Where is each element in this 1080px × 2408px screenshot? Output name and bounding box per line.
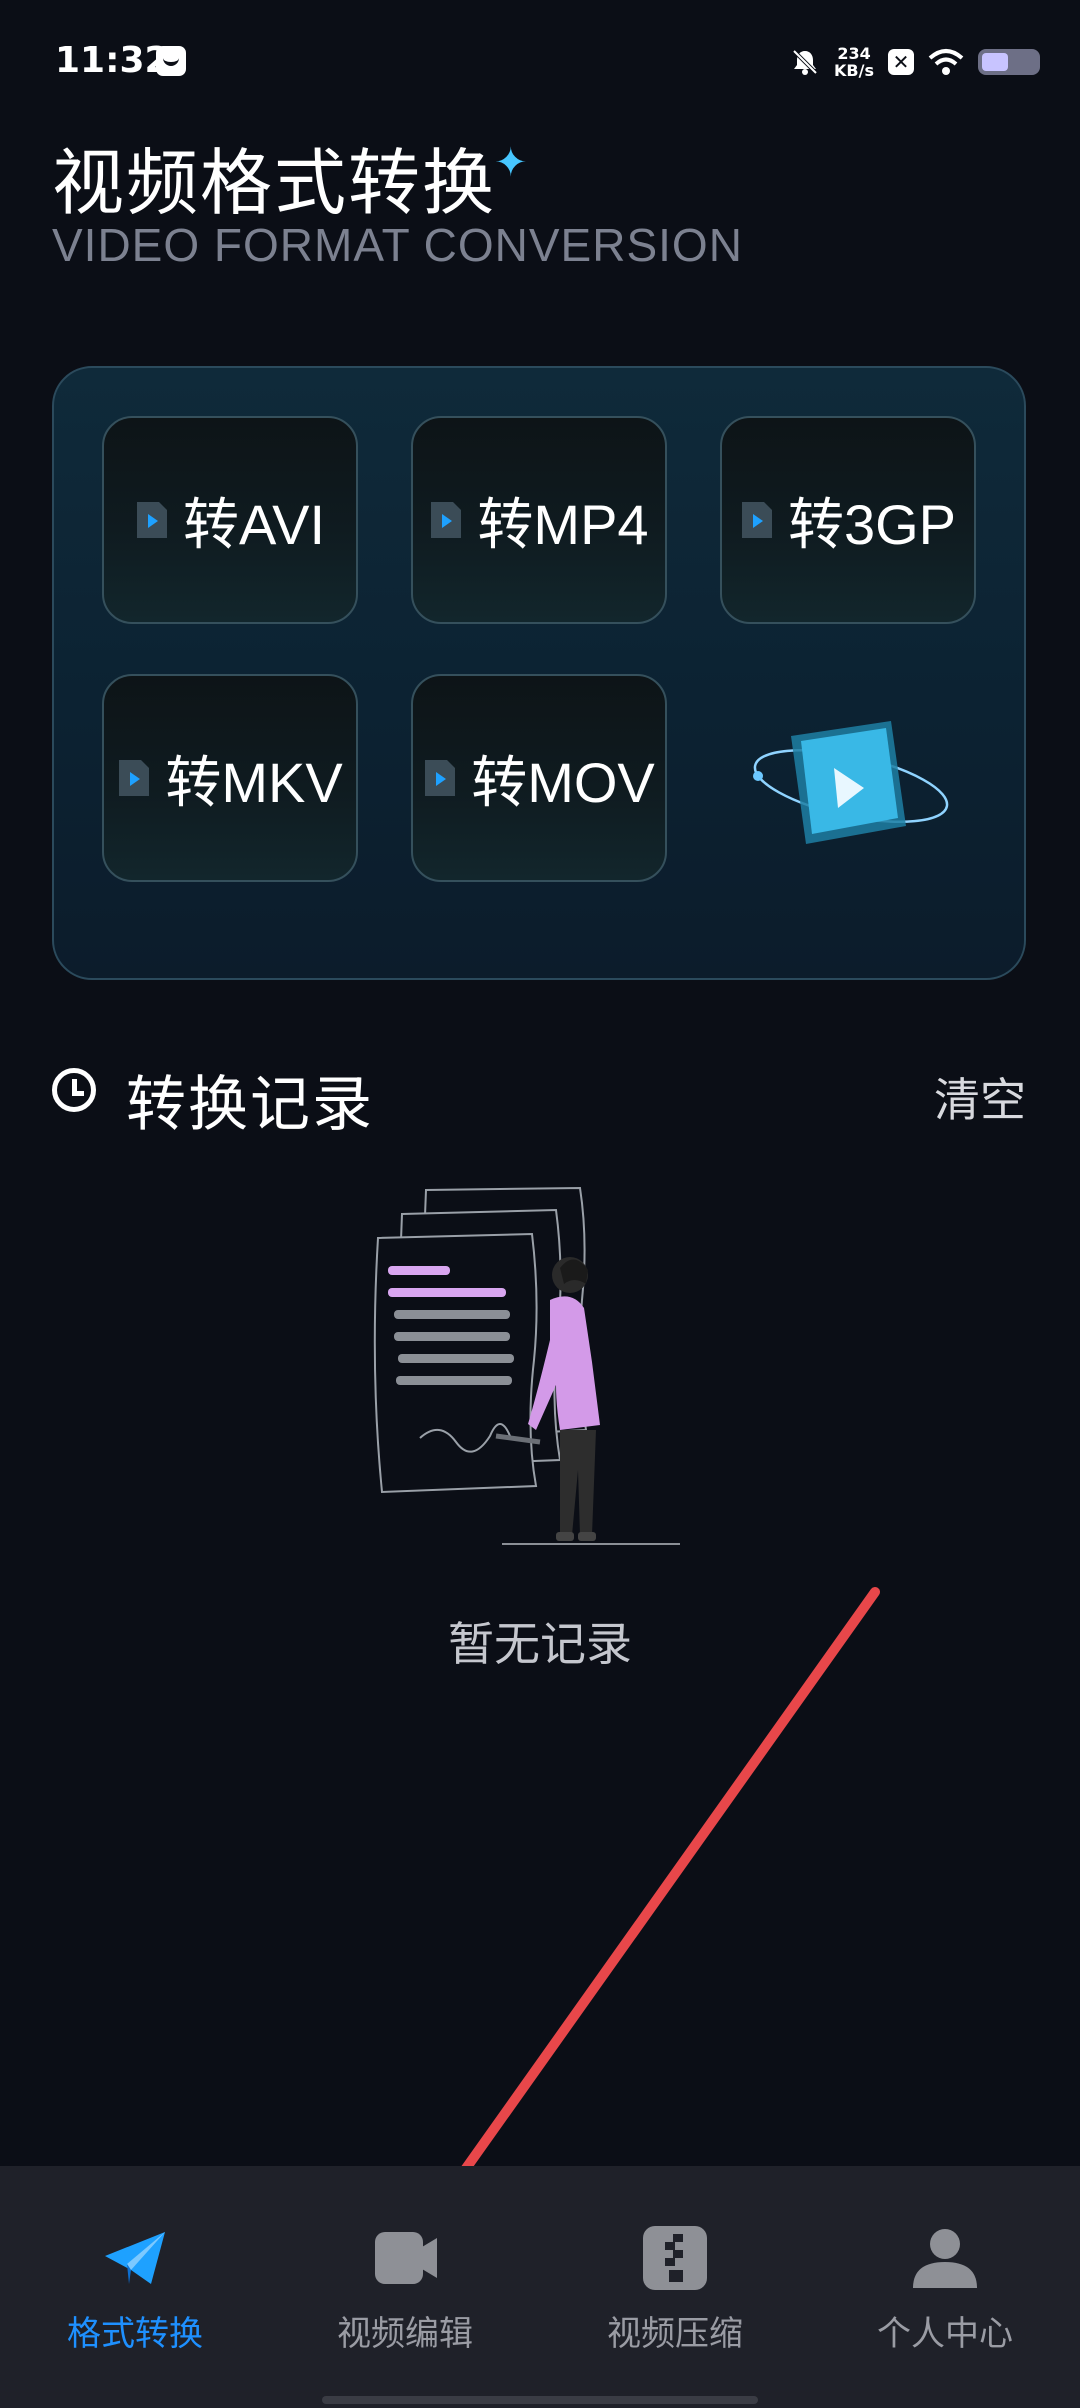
sparkle-icon: ✦ (494, 140, 528, 186)
convert-mov-button[interactable]: 转MOV (411, 674, 667, 882)
battery-icon (978, 49, 1040, 75)
page-title: 视频格式转换 (52, 141, 497, 225)
network-speed-unit: KB/s (834, 61, 874, 80)
wifi-icon (928, 49, 964, 75)
convert-mkv-button[interactable]: 转MKV (102, 674, 358, 882)
person-icon (913, 2229, 977, 2288)
nav-format-convert[interactable]: 格式转换 (0, 2166, 270, 2408)
home-indicator (322, 2396, 758, 2404)
nav-video-compress[interactable]: 视频压缩 (540, 2166, 810, 2408)
nav-format-convert-label: 格式转换 (67, 2314, 203, 2354)
video-file-icon (425, 760, 456, 796)
nav-profile-label: 个人中心 (877, 2314, 1013, 2354)
convert-3gp-button[interactable]: 转3GP (720, 416, 976, 624)
bell-muted-icon (792, 49, 818, 75)
convert-mkv-label: 转MKV (165, 750, 343, 814)
nav-video-edit-label: 视频编辑 (337, 2314, 473, 2354)
history-header: 转换记录 清空 (52, 1056, 1026, 1140)
format-options-panel: 转AVI 转MP4 转3GP 转MKV 转MOV (52, 366, 1026, 980)
convert-mov-label: 转MOV (471, 750, 655, 814)
nav-video-compress-label: 视频压缩 (607, 2314, 743, 2354)
x-app-icon: ✕ (888, 49, 914, 75)
paper-plane-icon (105, 2232, 165, 2284)
history-title: 转换记录 (126, 1070, 374, 1140)
video-file-icon (431, 502, 462, 538)
status-icons: 234 KB/s ✕ (790, 40, 1040, 84)
status-time: 11:32 (55, 40, 170, 81)
status-bar: 11:32 234 KB/s ✕ (0, 0, 1080, 120)
convert-mp4-button[interactable]: 转MP4 (411, 416, 667, 624)
zip-icon (643, 2226, 707, 2290)
convert-avi-button[interactable]: 转AVI (102, 416, 358, 624)
message-notification-icon (156, 46, 186, 76)
empty-state-text: 暂无记录 (448, 1617, 632, 1671)
video-file-icon (136, 502, 167, 538)
video-edit-icon (375, 2232, 437, 2284)
video-file-icon (119, 760, 150, 796)
clock-icon (52, 1068, 96, 1112)
video-cube-decoration-icon (753, 721, 949, 844)
convert-mp4-label: 转MP4 (477, 492, 649, 556)
network-speed-value: 234 (837, 44, 871, 63)
nav-profile[interactable]: 个人中心 (810, 2166, 1080, 2408)
page-subtitle: VIDEO FORMAT CONVERSION (52, 219, 743, 271)
clear-history-button[interactable]: 清空 (934, 1064, 1026, 1130)
video-file-icon (741, 502, 772, 538)
convert-avi-label: 转AVI (182, 492, 326, 556)
bottom-navigation: 格式转换 视频编辑 视频压缩 个人中心 (0, 2166, 1080, 2408)
nav-video-edit[interactable]: 视频编辑 (270, 2166, 540, 2408)
network-speed: 234 KB/s (834, 45, 874, 79)
empty-state-illustration (373, 1186, 680, 1545)
convert-3gp-label: 转3GP (787, 492, 957, 556)
